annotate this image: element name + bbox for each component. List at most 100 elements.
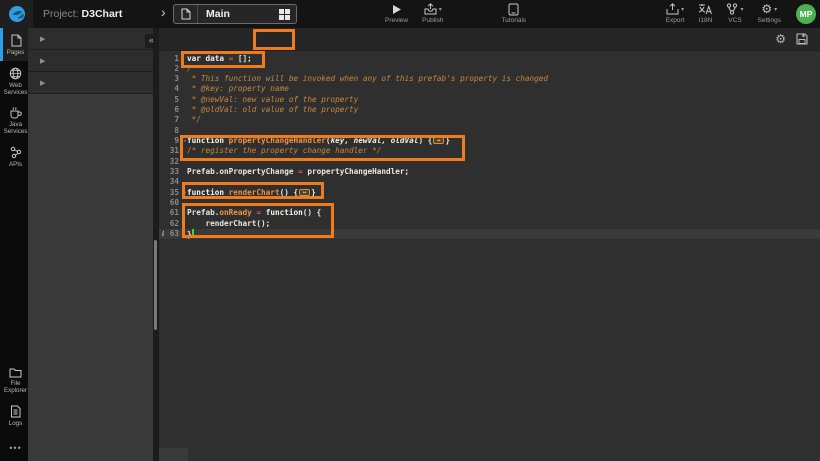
fold-open-icon[interactable]: ▾ xyxy=(183,208,186,218)
i18n-icon xyxy=(698,3,712,15)
code-line-3[interactable]: 3 * This function will be invoked when a… xyxy=(159,74,820,84)
file-explorer-icon xyxy=(9,367,22,378)
gutter-line-number: 2 xyxy=(159,64,187,74)
scroll-corner xyxy=(159,448,188,461)
gutter-line-number: 62 xyxy=(159,219,187,229)
code-text: Prefab.onPropertyChange = propertyChange… xyxy=(187,167,409,177)
code-line-35[interactable]: 35◂function renderChart() {↔} xyxy=(159,188,820,198)
code-text: renderChart(); xyxy=(187,219,270,229)
caret-down-icon: ▾ xyxy=(439,6,442,13)
publish-button[interactable]: ▾Publish xyxy=(415,0,450,28)
publish-icon xyxy=(424,3,437,15)
left-panel: ▶▶▶ « xyxy=(28,28,153,461)
sidebar-item-web-services[interactable]: Web Services xyxy=(0,61,28,101)
grid-icon[interactable] xyxy=(279,9,290,20)
gutter-line-number: 5 xyxy=(159,95,187,105)
code-line-8[interactable]: 8 xyxy=(159,126,820,136)
gutter-line-number: 61▾ xyxy=(159,208,187,218)
code-fold-widget[interactable]: ↔ xyxy=(299,189,310,196)
logs-icon xyxy=(10,405,21,418)
settings-icon: ⚙ xyxy=(761,0,772,18)
page-selector[interactable]: Main xyxy=(173,4,297,24)
code-text: * @newVal: new value of the property xyxy=(187,95,358,105)
sidebar-item-label: Java Services xyxy=(4,121,28,135)
code-text: } xyxy=(187,229,194,239)
code-line-31[interactable]: 31/* register the property change handle… xyxy=(159,146,820,156)
code-line-4[interactable]: 4 * @key: property name xyxy=(159,84,820,94)
code-line-62[interactable]: 62 renderChart(); xyxy=(159,219,820,229)
fold-closed-icon[interactable]: ◂ xyxy=(183,188,186,198)
code-line-61[interactable]: 61▾Prefab.onReady = function() { xyxy=(159,208,820,218)
caret-down-icon: ▾ xyxy=(740,6,743,13)
sidebar-item-apis[interactable]: APIs xyxy=(0,140,28,173)
code-line-6[interactable]: 6 * @oldVal: old value of the property xyxy=(159,105,820,115)
code-line-60[interactable]: 60 xyxy=(159,198,820,208)
vcs-label: VCS xyxy=(728,17,741,24)
panel-section-pages[interactable]: ▶ xyxy=(28,28,153,50)
code-line-33[interactable]: 33Prefab.onPropertyChange = propertyChan… xyxy=(159,167,820,177)
preview-button[interactable]: Preview xyxy=(378,0,415,28)
sidebar-item-pages[interactable]: Pages xyxy=(0,28,28,61)
caret-down-icon: ▾ xyxy=(681,6,684,13)
sidebar-item-logs[interactable]: Logs xyxy=(0,399,28,432)
gutter-line-number: 1 xyxy=(159,54,187,64)
code-text: var data = []; xyxy=(187,54,252,64)
code-line-2[interactable]: 2/* xyxy=(159,64,820,74)
i18n-button[interactable]: I18N xyxy=(691,0,719,28)
code-line-63[interactable]: i63} xyxy=(159,229,820,239)
code-text: * @oldVal: old value of the property xyxy=(187,105,358,115)
scrollbar-thumb[interactable] xyxy=(154,240,157,330)
web-services-icon xyxy=(9,67,22,80)
sidebar-item-label: Web Services xyxy=(4,82,28,96)
sidebar-item-label: File Explorer xyxy=(4,380,27,394)
text-cursor xyxy=(192,229,194,238)
sidebar-item-file-explorer[interactable]: File Explorer xyxy=(0,361,28,399)
editor-settings-gear-icon[interactable]: ⚙ xyxy=(775,33,786,45)
gutter-line-number: 34 xyxy=(159,177,187,187)
vcs-button[interactable]: ▾ VCS xyxy=(719,0,750,28)
code-line-34[interactable]: 34 xyxy=(159,177,820,187)
sidebar-item-java-services[interactable]: Java Services xyxy=(0,101,28,140)
gutter-line-number: 8 xyxy=(159,126,187,136)
pages-icon xyxy=(10,34,22,47)
code-text: * @key: property name xyxy=(187,84,289,94)
code-line-5[interactable]: 5 * @newVal: new value of the property xyxy=(159,95,820,105)
sidebar-item-more[interactable]: ••• xyxy=(0,432,28,461)
script-editor[interactable]: 1var data = [];2/*3 * This function will… xyxy=(159,51,820,461)
code-line-9[interactable]: 9◂function propertyChangeHandler(key, ne… xyxy=(159,136,820,146)
code-text: function renderChart() {↔} xyxy=(187,188,316,198)
tutorials-label: Tutorials xyxy=(501,17,526,24)
gutter-line-number: 60 xyxy=(159,198,187,208)
gutter-line-number: 4 xyxy=(159,84,187,94)
chevron-right-icon: › xyxy=(161,4,166,20)
tutorials-button[interactable]: Tutorials xyxy=(494,0,533,28)
export-icon xyxy=(666,3,679,15)
activity-bar: Pages Web Services Java Services APIs File E… xyxy=(0,28,28,461)
preview-label: Preview xyxy=(385,17,408,24)
code-line-32[interactable]: 32 xyxy=(159,157,820,167)
wavemaker-logo[interactable] xyxy=(0,0,33,28)
code-text: */ xyxy=(187,115,201,125)
settings-button[interactable]: ⚙▾Settings xyxy=(751,0,789,28)
code-line-7[interactable]: 7 */ xyxy=(159,115,820,125)
project-label: Project: xyxy=(43,8,79,20)
avatar[interactable]: MP xyxy=(796,4,816,24)
export-button[interactable]: ▾ Export xyxy=(659,0,692,28)
code-line-1[interactable]: 1var data = []; xyxy=(159,54,820,64)
sidebar-item-label: Logs xyxy=(9,420,22,427)
panel-section-variables[interactable]: ▶ xyxy=(28,72,153,94)
java-services-icon xyxy=(9,107,22,119)
gutter-line-number: 6 xyxy=(159,105,187,115)
more-icon: ••• xyxy=(9,438,21,456)
panel-section-page-structure[interactable]: ▶ xyxy=(28,50,153,72)
sidebar-item-label: Pages xyxy=(7,49,25,56)
code-text: * This function will be invoked when any… xyxy=(187,74,548,84)
export-label: Export xyxy=(666,17,685,24)
fold-closed-icon[interactable]: ◂ xyxy=(183,136,186,146)
code-text: function propertyChangeHandler(key, newV… xyxy=(187,136,450,146)
code-text: /* xyxy=(187,64,196,74)
triangle-right-icon: ▶ xyxy=(40,79,45,87)
code-fold-widget[interactable]: ↔ xyxy=(433,137,444,144)
code-text: /* register the property change handler … xyxy=(187,146,381,156)
save-icon[interactable] xyxy=(796,33,808,45)
